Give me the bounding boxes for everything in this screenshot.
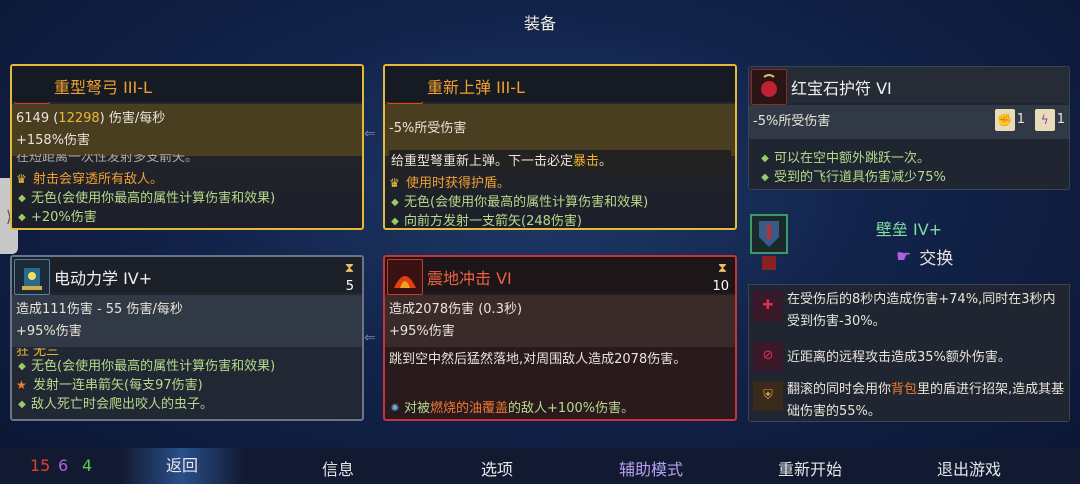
brutality-scroll-icon: ✊: [994, 109, 1015, 131]
affix-line: 无色(会使用你最高的属性计算伤害和效果): [31, 359, 276, 374]
affix-line: 可以在空中额外跳跃一次。: [774, 151, 931, 166]
amulet-card[interactable]: 红宝石护符 VI -5%所受伤害 ✊ 1 ϟ 1 ◆ 可以在空中额外跳跃一次。 ◆…: [748, 66, 1070, 190]
assist-mode-button[interactable]: 辅助模式: [619, 456, 683, 480]
crown-icon: ♛: [389, 176, 400, 190]
swap-hand-icon: ☛: [896, 246, 912, 267]
skill-stat: 造成111伤害 - 55 伤害/每秒: [16, 302, 183, 317]
weapon-name: 重型弩弓 III-L: [54, 78, 152, 97]
affix-line: 无色(会使用你最高的属性计算伤害和效果): [31, 191, 276, 206]
cut-description: 在短距离一次性发射多支箭矢。: [16, 154, 199, 162]
quit-game-button[interactable]: 退出游戏: [937, 456, 1001, 480]
mutation-list: ✚ 在受伤后的8秒内造成伤害+74%,同时在3秒内受到伤害-30%。 ⊘ 近距离…: [748, 284, 1070, 422]
legendary-affix: 射击会穿透所有敌人。: [33, 172, 164, 187]
crown-icon: ♛: [16, 172, 27, 186]
amulet-stat: -5%所受伤害: [753, 114, 831, 129]
cooldown-value: 5: [345, 279, 354, 294]
bullet-icon: ◆: [761, 172, 769, 183]
skill-name: 震地冲击 VI: [427, 269, 512, 288]
hourglass-icon: ⧗: [717, 261, 727, 276]
link-arrow-icon: ⇐: [364, 126, 376, 142]
skill-stats: -5%所受伤害: [385, 104, 735, 156]
swap-button[interactable]: ☛ 交换: [896, 244, 954, 270]
bullet-icon: ◆: [18, 212, 26, 223]
affix-line: 向前方发射一支箭矢(248伤害): [404, 214, 582, 229]
weapon-card-crossbow[interactable]: 15 重型弩弓 III-L 6149 (12298) 伤害/每秒 +158%伤害…: [10, 64, 364, 230]
cooldown-value: 10: [712, 279, 729, 294]
affix-line: 发射一连串箭矢(每支97伤害): [33, 378, 203, 393]
survival-count: 4: [82, 456, 93, 475]
mutation-text: 在受伤后的8秒内造成伤害+74%,同时在3秒内受到伤害-30%。: [787, 292, 1056, 329]
affix-line: +20%伤害: [31, 210, 97, 225]
mutation-icon: ⊘: [753, 341, 783, 371]
options-button[interactable]: 选项: [481, 456, 513, 480]
damage-bonus: +158%伤害: [16, 133, 91, 148]
weapon-stats: 6149 (12298) 伤害/每秒 +158%伤害: [12, 104, 362, 156]
shield-card-bulwark[interactable]: 壁垒 IV+ ☛ 交换 ✚ 在受伤后的8秒内造成伤害+74%,同时在3秒内受到伤害…: [748, 210, 1070, 422]
star-icon: ★: [16, 378, 27, 392]
skill-card-quake[interactable]: 震地冲击 VI ⧗ 10 造成2078伤害 (0.3秒) +95%伤害 跳到空中…: [383, 255, 737, 421]
skill-description: 跳到空中然后猛然落地,对周围敌人造成2078伤害。: [389, 352, 687, 367]
bullet-icon: ◆: [18, 399, 26, 410]
affix-line: 敌人死亡时会爬出咬人的虫子。: [31, 397, 214, 412]
skill-stat: -5%所受伤害: [389, 121, 467, 136]
mutation-text: 翻滚的同时会用你背包里的盾进行招架,造成其基础伤害的55%。: [787, 382, 1065, 419]
bullet-icon: ◆: [761, 153, 769, 164]
tactics-count: 6: [58, 456, 69, 475]
oil-keyword: 燃烧的油覆盖: [430, 401, 509, 416]
screen-title: 装备: [523, 14, 556, 33]
bullet-icon: ◆: [18, 361, 26, 372]
mutation-text: 近距离的远程攻击造成35%额外伤害。: [787, 350, 1011, 365]
mutation-icon: ✚: [753, 291, 783, 321]
skill-stats: 造成111伤害 - 55 伤害/每秒 +95%伤害: [12, 295, 362, 347]
backpack-keyword: 背包: [891, 382, 918, 397]
mutation-icon: ⛨: [753, 381, 783, 411]
scroll-count: 1: [1056, 112, 1065, 127]
affix-line: 受到的飞行道具伤害减少75%: [774, 170, 946, 185]
bullet-icon: ◆: [391, 216, 399, 227]
gem-icon: [762, 256, 776, 270]
skill-stat: 造成2078伤害 (0.3秒): [389, 302, 523, 317]
damage-bonus: +95%伤害: [16, 324, 82, 339]
dps-value: 12298: [58, 111, 100, 126]
hourglass-icon: ⧗: [344, 261, 354, 276]
affix-line: 无色(会使用你最高的属性计算伤害和效果): [404, 195, 649, 210]
skill-card-electric[interactable]: 电动力学 IV+ ⧗ 5 造成111伤害 - 55 伤害/每秒 +95%伤害 狂…: [10, 255, 364, 421]
skill-stats: 造成2078伤害 (0.3秒) +95%伤害: [385, 295, 735, 347]
cut-description: 狂 无三: [16, 348, 60, 356]
scroll-count: 1: [1016, 112, 1025, 127]
crit-keyword: 暴击: [573, 154, 600, 169]
bottom-menu: 15 6 4 返回 信息 选项 辅助模式 重新开始 退出游戏: [0, 448, 1080, 484]
info-button[interactable]: 信息: [322, 456, 354, 480]
swap-label: 交换: [919, 249, 954, 269]
amulet-name: 红宝石护符 VI: [791, 79, 892, 98]
skill-description: 给重型弩重新上弹。下一击必定暴击。: [389, 150, 731, 173]
brutality-count: 15: [30, 456, 51, 475]
skill-name: 电动力学 IV+: [54, 269, 153, 288]
tactics-scroll-icon: ϟ: [1034, 109, 1055, 131]
skill-name: 重新上弹 III-L: [427, 78, 525, 97]
bullet-icon: ◆: [391, 197, 399, 208]
bullet-icon: ◆: [18, 193, 26, 204]
back-button[interactable]: 返回: [120, 448, 244, 484]
restart-button[interactable]: 重新开始: [778, 456, 842, 480]
shield-name: 壁垒 IV+: [875, 220, 943, 239]
damage-bonus: +95%伤害: [389, 324, 455, 339]
link-arrow-icon: ⇐: [364, 330, 376, 346]
skill-card-reload[interactable]: 重新上弹 III-L -5%所受伤害 给重型弩重新上弹。下一击必定暴击。 ♛ 使用…: [383, 64, 737, 230]
legendary-affix: 使用时获得护盾。: [406, 176, 511, 191]
fire-oil-icon: ✺: [390, 403, 400, 414]
